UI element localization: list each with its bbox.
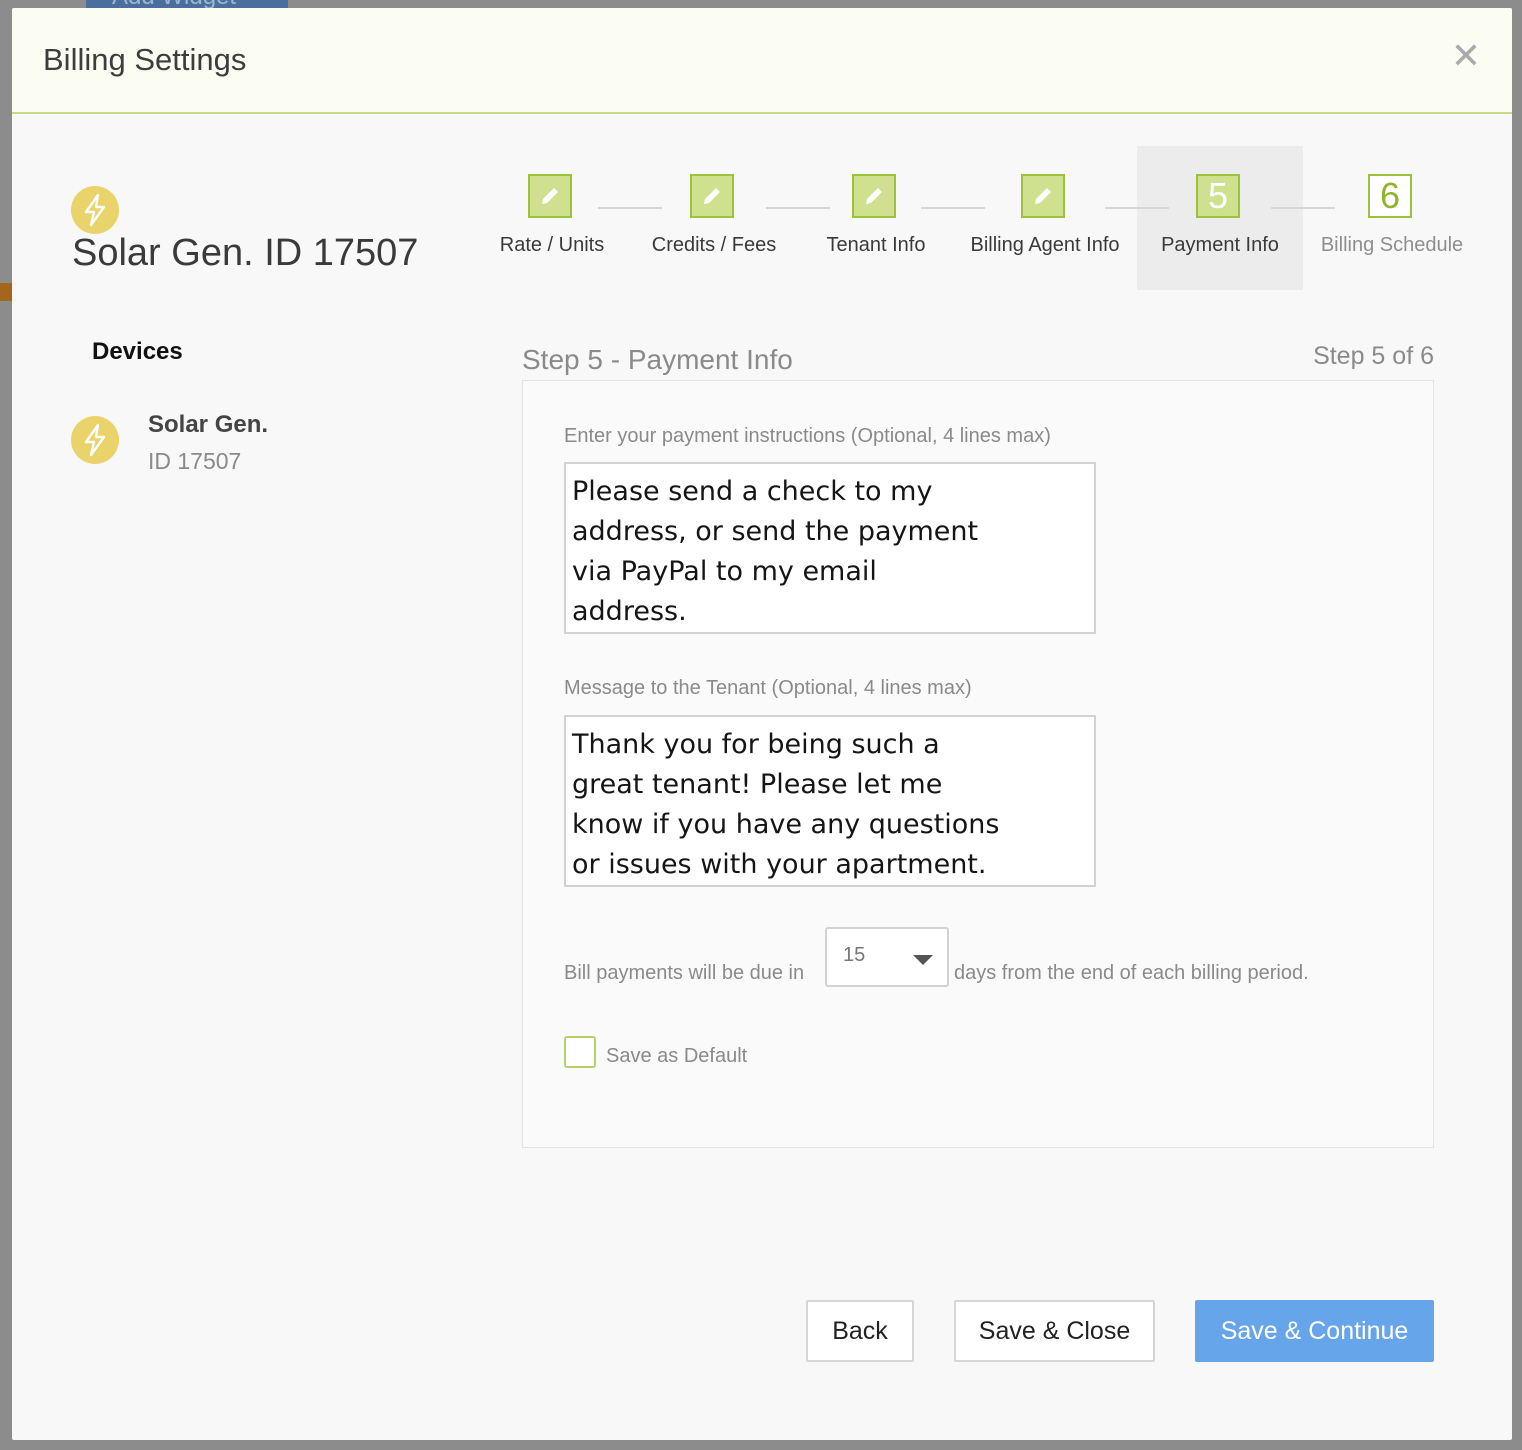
step-credits-fees[interactable] <box>690 174 734 218</box>
billing-settings-modal: Billing Settings ✕ Solar Gen. ID 17507 D… <box>12 8 1512 1440</box>
step-label-tenant-info: Tenant Info <box>826 234 926 256</box>
modal-title: Billing Settings <box>43 42 247 77</box>
step-billing-agent-info[interactable] <box>1021 174 1065 218</box>
background-accent <box>0 283 12 301</box>
step-label-billing-schedule: Billing Schedule <box>1320 234 1464 256</box>
due-days-prefix: Bill payments will be due in <box>564 962 805 984</box>
step-count: Step 5 of 6 <box>1313 342 1434 370</box>
step-label-payment-info: Payment Info <box>1161 234 1279 256</box>
pencil-icon <box>704 188 720 204</box>
step-label-rate-units: Rate / Units <box>499 234 605 256</box>
payment-instructions-textarea[interactable]: Please send a check to my address, or se… <box>564 462 1096 634</box>
chevron-down-icon <box>913 955 933 965</box>
step-rate-units[interactable] <box>528 174 572 218</box>
pencil-icon <box>542 188 558 204</box>
step-label-billing-agent-info: Billing Agent Info <box>970 234 1120 256</box>
step-connector <box>921 207 985 209</box>
step-connector <box>766 207 830 209</box>
due-days-select[interactable]: 15 <box>825 927 949 987</box>
devices-heading: Devices <box>92 338 183 365</box>
step-payment-info[interactable]: 5 <box>1196 174 1240 218</box>
bolt-icon <box>71 416 119 464</box>
save-default-label[interactable]: Save as Default <box>606 1045 747 1068</box>
step-billing-schedule[interactable]: 6 <box>1368 174 1412 218</box>
step-label-credits-fees: Credits / Fees <box>651 234 777 256</box>
save-close-button[interactable]: Save & Close <box>954 1300 1155 1362</box>
save-continue-button[interactable]: Save & Continue <box>1195 1300 1434 1362</box>
step-heading: Step 5 - Payment Info <box>522 344 793 375</box>
back-button[interactable]: Back <box>806 1300 914 1362</box>
close-icon[interactable]: ✕ <box>1450 38 1482 74</box>
tenant-message-textarea[interactable]: Thank you for being such a great tenant!… <box>564 715 1096 887</box>
bolt-icon <box>71 186 119 234</box>
due-days-value: 15 <box>843 944 866 966</box>
active-step-highlight <box>1137 146 1303 290</box>
add-widget-button: Add Widget <box>86 0 288 8</box>
tenant-message-label: Message to the Tenant (Optional, 4 lines… <box>564 677 972 699</box>
save-default-checkbox[interactable] <box>564 1036 596 1068</box>
due-days-suffix: days from the end of each billing period… <box>954 962 1309 984</box>
pencil-icon <box>1035 188 1051 204</box>
step-connector <box>1271 207 1335 209</box>
pencil-icon <box>866 188 882 204</box>
step-tenant-info[interactable] <box>852 174 896 218</box>
device-list-item-name[interactable]: Solar Gen. <box>148 411 268 439</box>
step-connector <box>1105 207 1169 209</box>
payment-instructions-label: Enter your payment instructions (Optiona… <box>564 425 1051 447</box>
modal-header: Billing Settings ✕ <box>12 8 1512 114</box>
step-connector <box>598 207 662 209</box>
device-list-item-id: ID 17507 <box>148 448 242 474</box>
device-title: Solar Gen. ID 17507 <box>72 232 419 274</box>
